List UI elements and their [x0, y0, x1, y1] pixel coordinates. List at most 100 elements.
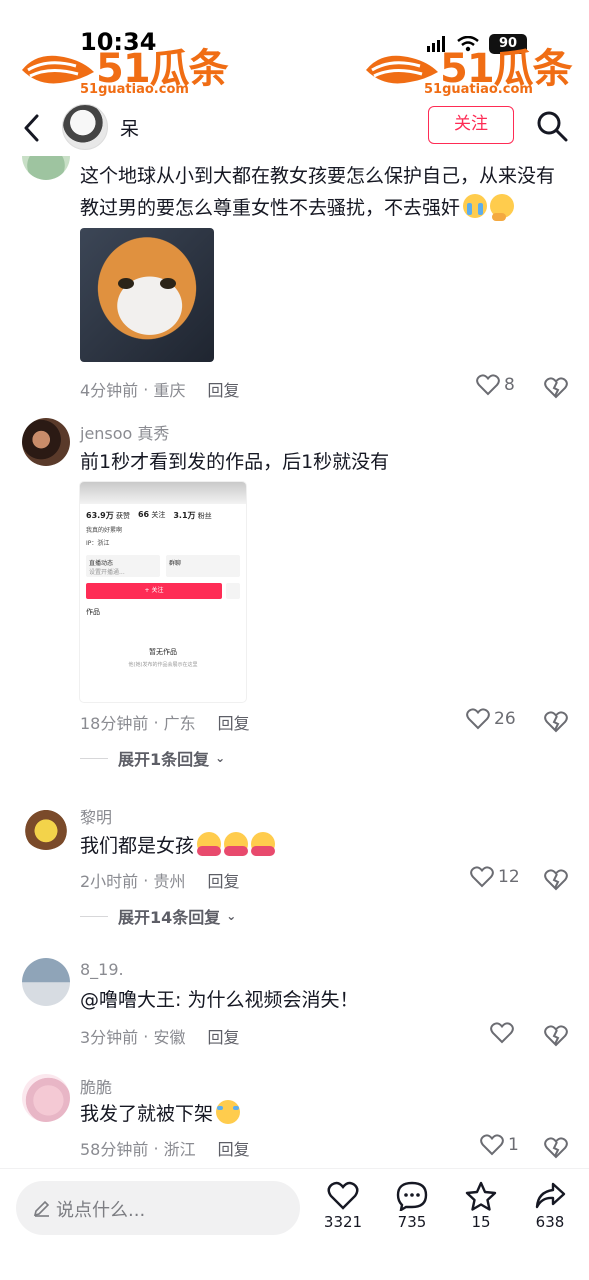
screenshot-empty-sub: 他(她)发布的作品会展示在这里: [128, 662, 198, 668]
comment-bubble-icon: [396, 1181, 428, 1211]
expand-replies-button[interactable]: 展开1条回复 ⌄: [80, 746, 225, 770]
screenshot-button-row: + 关注: [80, 577, 246, 599]
like-count: 1: [508, 1135, 519, 1155]
author-avatar[interactable]: [62, 104, 108, 150]
like-count: 26: [494, 709, 516, 729]
reply-button[interactable]: 回复: [207, 1024, 239, 1048]
commenter-name[interactable]: 黎明: [80, 804, 112, 828]
pencil-icon: [33, 1200, 50, 1217]
cat-eye: [118, 278, 134, 289]
like-button[interactable]: 26: [466, 708, 516, 730]
reply-button[interactable]: 回复: [218, 1136, 250, 1160]
like-count: 3321: [323, 1213, 363, 1231]
peeking-face-emoji: [490, 194, 515, 221]
commenter-name[interactable]: jensoo 真秀: [80, 420, 169, 444]
heart-icon: [480, 1134, 504, 1156]
rofl-emoji: [216, 1100, 241, 1124]
heart-icon: [490, 1022, 514, 1044]
comment-image[interactable]: 63.9万 获赞 66 关注 3.1万 粉丝 我真的好累啊 IP：浙江 直播动态…: [80, 482, 246, 702]
heart-icon: [327, 1181, 359, 1210]
dislike-icon[interactable]: [544, 868, 568, 892]
divider: [80, 915, 108, 917]
comment-location: 浙江: [163, 1140, 196, 1159]
hugging-face-emoji: [224, 832, 249, 856]
comment-text: 前1秒才看到发的作品，后1秒就没有: [80, 451, 390, 473]
share-count: 638: [535, 1213, 565, 1231]
star-icon: [465, 1181, 497, 1211]
meta-separator: ·: [148, 1138, 164, 1158]
comment-button[interactable]: 735: [382, 1181, 442, 1231]
favorite-count: 15: [471, 1213, 491, 1231]
comment-list[interactable]: 这个地球从小到大都在教女孩要怎么保护自己，从来没有教过男的要怎么尊重女性不去骚扰…: [0, 156, 589, 1168]
watermark-logo: 51瓜条 51guatiao.com: [18, 36, 229, 100]
comment-time: 4分钟前: [80, 381, 139, 400]
comment-meta: 4分钟前 · 重庆 回复: [80, 377, 239, 401]
like-button[interactable]: [490, 1022, 518, 1044]
commenter-avatar[interactable]: [22, 156, 70, 180]
like-button[interactable]: 12: [470, 866, 520, 888]
like-button[interactable]: 8: [476, 374, 515, 396]
comment-time: 18分钟前: [80, 714, 149, 733]
screenshot-dropdown: [226, 583, 240, 599]
commenter-avatar[interactable]: [22, 958, 70, 1006]
dislike-icon[interactable]: [544, 376, 568, 400]
expand-replies-button[interactable]: 展开14条回复 ⌄: [80, 904, 236, 928]
screenshot-location: IP：浙江: [86, 540, 110, 547]
comment-meta: 58分钟前 · 浙江 回复: [80, 1136, 250, 1160]
bottom-action-bar: 说点什么... 3321 735 15 638: [0, 1168, 589, 1280]
watermark-url: 51guatiao.com: [80, 82, 189, 97]
comment-location: 贵州: [153, 872, 186, 891]
comment-time: 2小时前: [80, 872, 139, 891]
author-name[interactable]: 呆: [120, 114, 139, 141]
screenshot-stats: 63.9万 获赞 66 关注 3.1万 粉丝: [86, 510, 212, 520]
comment-time: 58分钟前: [80, 1140, 149, 1159]
like-count: 8: [504, 375, 515, 395]
commenter-avatar[interactable]: [22, 802, 70, 850]
comment-text: 这个地球从小到大都在教女孩要怎么保护自己，从来没有教过男的要怎么尊重女性不去骚扰…: [80, 165, 556, 221]
heart-icon: [470, 866, 494, 888]
comment-image[interactable]: [80, 228, 214, 362]
search-icon[interactable]: [536, 110, 568, 142]
follow-button[interactable]: 关注: [428, 106, 514, 144]
reply-button[interactable]: 回复: [218, 710, 250, 734]
screenshot-card: 直播动态 设置开播通...: [86, 555, 160, 577]
share-button[interactable]: 638: [520, 1181, 580, 1231]
commenter-name[interactable]: 8_19.: [80, 960, 124, 979]
hugging-face-emoji: [197, 832, 222, 856]
back-icon[interactable]: [18, 112, 46, 144]
cat-eye: [160, 278, 176, 289]
screenshot-cards: 直播动态 设置开播通... 群聊: [80, 547, 246, 577]
comment-text: 我们都是女孩: [80, 830, 570, 862]
meta-separator: ·: [148, 712, 164, 732]
meta-separator: ·: [138, 379, 154, 399]
commenter-name[interactable]: 脆脆: [80, 1074, 112, 1098]
comment-input[interactable]: 说点什么...: [16, 1181, 300, 1235]
comment-location: 安徽: [153, 1028, 186, 1047]
screenshot-bio: 我真的好累啊: [86, 527, 123, 534]
heart-icon: [466, 708, 490, 730]
reply-button[interactable]: 回复: [207, 377, 239, 401]
screenshot-tab: 作品: [86, 608, 100, 616]
comment-meta: 3分钟前 · 安徽 回复: [80, 1024, 239, 1048]
crying-face-emoji: [463, 194, 488, 218]
favorite-button[interactable]: 15: [451, 1181, 511, 1231]
comment-text: 我发了就被下架: [80, 1098, 570, 1130]
chevron-down-icon: ⌄: [215, 751, 226, 765]
dislike-icon[interactable]: [544, 1136, 568, 1160]
comment-location: 重庆: [153, 381, 186, 400]
input-placeholder: 说点什么...: [56, 1200, 146, 1221]
like-video-button[interactable]: 3321: [313, 1181, 373, 1231]
comment-time: 3分钟前: [80, 1028, 139, 1047]
dislike-icon[interactable]: [544, 710, 568, 734]
screenshot-follow-button: + 关注: [86, 583, 222, 599]
comment-meta: 2小时前 · 贵州 回复: [80, 868, 239, 892]
commenter-avatar[interactable]: [22, 1074, 70, 1122]
like-button[interactable]: 1: [480, 1134, 519, 1156]
comment-count: 735: [397, 1213, 427, 1231]
dislike-icon[interactable]: [544, 1024, 568, 1048]
reply-button[interactable]: 回复: [207, 868, 239, 892]
divider: [80, 757, 108, 759]
chevron-down-icon: ⌄: [226, 909, 237, 923]
page-header: 呆 关注: [0, 100, 589, 156]
commenter-avatar[interactable]: [22, 418, 70, 466]
